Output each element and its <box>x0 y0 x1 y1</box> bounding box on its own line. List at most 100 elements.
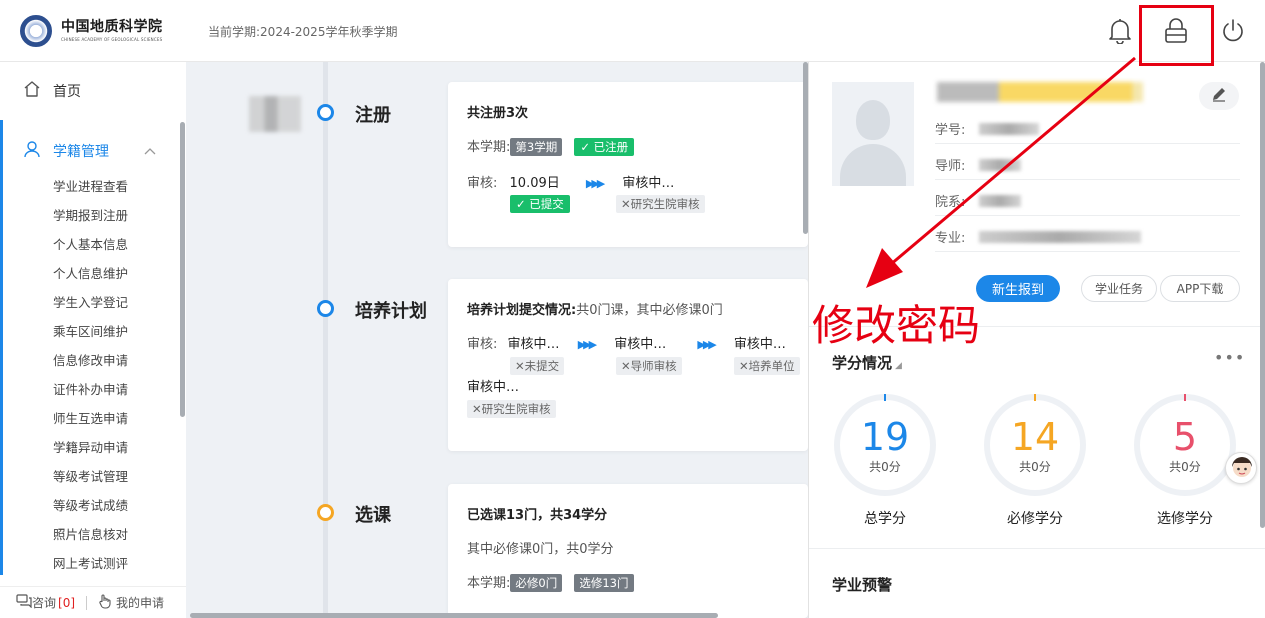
elective-course-tag: 选修13门 <box>574 574 634 592</box>
blurred-value <box>979 122 1040 135</box>
sidebar-group-label: 学籍管理 <box>53 144 109 160</box>
edit-profile-button[interactable] <box>1199 82 1239 110</box>
sidebar-item[interactable]: 个人基本信息 <box>0 230 186 259</box>
close-icon: ✕ <box>739 359 749 373</box>
blurred-value <box>979 230 1142 243</box>
timeline-dot-plan <box>317 300 334 317</box>
close-icon: ✕ <box>515 359 525 373</box>
plan-step2-status: 审核中… <box>614 337 667 352</box>
sidebar-submenu: 学业进程查看 学期报到注册 个人基本信息 个人信息维护 学生入学登记 乘车区间维… <box>0 172 186 578</box>
sidebar-item[interactable]: 师生互选申请 <box>0 404 186 433</box>
sidebar-item[interactable]: 学籍异动申请 <box>0 433 186 462</box>
arrow-right-icon: ▶▶▶ <box>577 338 597 351</box>
department-row: 院系: <box>935 186 1240 216</box>
course-current-row: 本学期: 必修0门 选修13门 <box>467 572 634 592</box>
register-card: 共注册3次 本学期: 第3学期 ✓ 已注册 审核: 10.09日 ▶▶▶ 审核中…… <box>448 82 808 247</box>
university-name-en: CHINESE ACADEMY OF GEOLOGICAL SCIENCES <box>61 37 163 42</box>
sidebar-item[interactable]: 网上考试测评 <box>0 549 186 578</box>
required-course-tag: 必修0门 <box>510 574 563 592</box>
required-credits-gauge: 14 共0分 <box>982 392 1088 498</box>
registered-status-badge: ✓ 已注册 <box>574 138 635 156</box>
course-card: 已选课13门，共34学分 其中必修课0门，共0学分 本学期: 必修0门 选修13门 <box>448 484 808 618</box>
sidebar-item[interactable]: 信息修改申请 <box>0 346 186 375</box>
assistant-avatar-icon[interactable] <box>1225 452 1257 484</box>
consult-label: 咨询 <box>32 596 57 610</box>
elective-credits-sub: 共0分 <box>1169 460 1201 474</box>
register-summary: 共注册3次 <box>467 106 529 121</box>
major-label: 专业: <box>935 231 966 246</box>
major-row: 专业: <box>935 222 1240 252</box>
chevron-up-icon[interactable] <box>144 144 156 159</box>
current-semester: 当前学期:2024-2025学年秋季学期 <box>208 25 398 39</box>
elective-credits-gauge: 5 共0分 <box>1132 392 1238 498</box>
main-scrollbar-horizontal[interactable] <box>190 613 718 618</box>
bell-icon[interactable] <box>1105 16 1135 46</box>
plan-tag2: ✕导师审核 <box>616 357 682 375</box>
plan-tag4: ✕研究生院审核 <box>467 400 556 418</box>
close-icon: ✕ <box>621 197 631 211</box>
my-applications-link[interactable]: 我的申请 <box>98 593 165 612</box>
required-credits-value: 14 <box>1010 415 1060 459</box>
review-date: 10.09日 <box>509 176 560 191</box>
plan-step1-status: 审核中… <box>507 337 560 352</box>
plan-card: 培养计划提交情况:共0门课，其中必修课0门 审核: 审核中… ▶▶▶ 审核中… … <box>448 279 808 451</box>
sidebar-item[interactable]: 乘车区间维护 <box>0 317 186 346</box>
progress-timeline: 注册 共注册3次 本学期: 第3学期 ✓ 已注册 审核: 10.09日 ▶▶▶ 审… <box>186 62 808 618</box>
course-required-line: 其中必修课0门，共0学分 <box>467 542 614 557</box>
new-student-button[interactable]: 新生报到 <box>976 275 1060 302</box>
review-label: 审核: <box>467 176 498 191</box>
total-credits-label: 总学分 <box>864 511 906 527</box>
sidebar-item[interactable]: 等级考试成绩 <box>0 491 186 520</box>
blurred-student-name <box>937 82 1143 102</box>
academic-tasks-button[interactable]: 学业任务 <box>1081 275 1157 302</box>
caret-icon: ◢ <box>895 361 902 371</box>
more-icon[interactable]: ••• <box>1214 348 1245 367</box>
timeline-line <box>323 62 328 618</box>
sidebar-item[interactable]: 学期报到注册 <box>0 201 186 230</box>
consult-link[interactable]: 咨询 [0] <box>16 594 75 611</box>
current-term-label: 本学期: <box>467 140 511 155</box>
sidebar-item[interactable]: 个人信息维护 <box>0 259 186 288</box>
elective-credits-label: 选修学分 <box>1157 511 1213 527</box>
sidebar-item[interactable]: 学业进程查看 <box>0 172 186 201</box>
sidebar-item-home[interactable]: 首页 <box>0 62 186 120</box>
plan-tag3: ✕培养单位 <box>734 357 800 375</box>
sidebar-home-label: 首页 <box>53 84 81 100</box>
total-credits-gauge: 19 共0分 <box>832 392 938 498</box>
review-label: 审核: <box>467 337 498 352</box>
arrow-right-icon: ▶▶▶ <box>697 338 716 351</box>
sidebar-item[interactable]: 照片信息核对 <box>0 520 186 549</box>
timeline-title-course: 选课 <box>355 505 391 526</box>
consult-count: [0] <box>58 595 76 610</box>
app-download-button[interactable]: APP下载 <box>1160 275 1240 302</box>
university-name: 中国地质科学院 <box>61 19 163 35</box>
my-applications-label: 我的申请 <box>116 596 165 610</box>
panel-scrollbar[interactable] <box>1260 62 1265 528</box>
sidebar-scrollbar[interactable] <box>180 122 185 417</box>
sidebar-item[interactable]: 等级考试管理 <box>0 462 186 491</box>
grad-school-review-tag: ✕研究生院审核 <box>616 195 705 213</box>
academic-warning-title: 学业预警 <box>832 576 893 594</box>
footer-divider <box>86 595 88 610</box>
top-header: 中国地质科学院 CHINESE ACADEMY OF GEOLOGICAL SC… <box>0 0 1265 62</box>
sidebar-item[interactable]: 学生入学登记 <box>0 288 186 317</box>
current-term-label: 本学期: <box>467 576 511 591</box>
review-step2-status: 审核中… <box>622 176 675 191</box>
plan-step3-status: 审核中… <box>733 337 786 352</box>
avatar <box>832 82 914 186</box>
student-id-label: 学号: <box>935 123 966 138</box>
advisor-label: 导师: <box>935 159 966 174</box>
course-summary: 已选课13门，共34学分 <box>467 508 608 523</box>
timeline-title-plan: 培养计划 <box>355 301 427 322</box>
sidebar-item[interactable]: 证件补办申请 <box>0 375 186 404</box>
current-term-tag: 第3学期 <box>510 138 563 156</box>
annotation-highlight-box <box>1139 5 1214 66</box>
plan-tag1: ✕未提交 <box>510 357 565 375</box>
power-icon[interactable] <box>1218 16 1248 46</box>
elective-credits-value: 5 <box>1172 415 1198 459</box>
annotation-label: 修改密码 <box>812 301 981 350</box>
advisor-row: 导师: <box>935 150 1240 180</box>
hand-icon <box>98 593 112 612</box>
logo[interactable]: 中国地质科学院 CHINESE ACADEMY OF GEOLOGICAL SC… <box>0 0 186 62</box>
logo-text: 中国地质科学院 CHINESE ACADEMY OF GEOLOGICAL SC… <box>61 20 163 42</box>
